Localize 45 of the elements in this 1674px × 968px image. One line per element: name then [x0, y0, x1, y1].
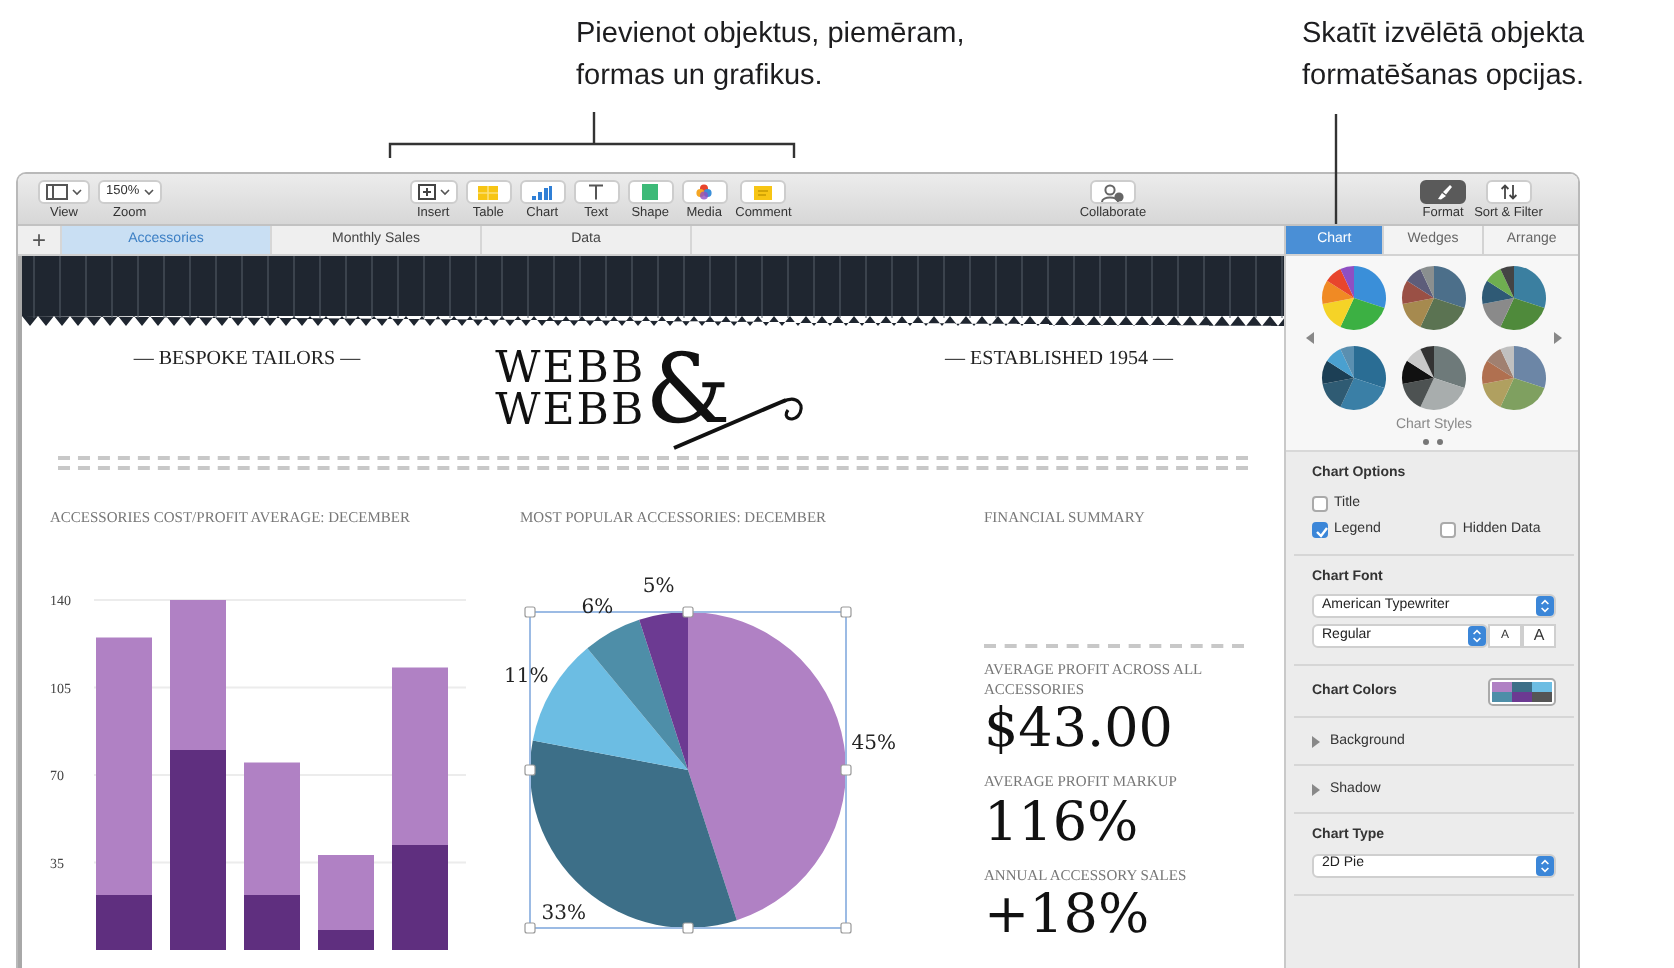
leader-line [1334, 114, 1338, 224]
data-label: 11% [503, 666, 549, 689]
data-label: 45% [851, 732, 896, 755]
caret-icon [439, 188, 450, 196]
logo-text: WEBB [495, 390, 646, 432]
metric-value: +18% [984, 884, 1152, 946]
chart-style-thumbnail[interactable] [1480, 344, 1548, 412]
data-label: 6% [581, 597, 614, 620]
bar-chart-icon [532, 185, 553, 199]
data-label: 33% [541, 903, 586, 925]
chart-style-thumbnail[interactable] [1480, 264, 1548, 332]
stepper-icon [1536, 855, 1554, 875]
arrow-icon [1306, 332, 1314, 344]
person-plus-icon [1100, 183, 1125, 201]
tagline: — ESTABLISHED 1954 — [943, 346, 1175, 374]
larger-font-button[interactable]: A [1522, 624, 1556, 648]
add-box-icon [417, 184, 436, 200]
check-icon [1314, 524, 1330, 541]
page-dots-icon [1422, 437, 1446, 445]
arrow-icon [1554, 332, 1562, 344]
callout-text: Skatīt izvēlētā objekta formatēšanas opcijas. [1302, 16, 1587, 96]
caret-icon [143, 188, 154, 196]
text-icon [588, 184, 605, 200]
data-label: 5% [642, 576, 675, 599]
chart-style-thumbnail[interactable] [1400, 344, 1468, 412]
chart-style-thumbnail[interactable] [1320, 344, 1388, 412]
chart-style-thumbnail[interactable] [1320, 264, 1388, 332]
callout-text: Pievienot objektus, piemēram, formas un grafikus. [576, 16, 967, 96]
note-icon [754, 185, 773, 199]
view-icon [46, 184, 68, 200]
chart-style-thumbnail[interactable] [1400, 264, 1468, 332]
stepper-icon [1536, 596, 1554, 616]
sort-arrows-icon [1499, 184, 1518, 200]
stepper-icon [1468, 626, 1486, 646]
ampersand: & [645, 342, 731, 438]
color-swatch-button[interactable] [1488, 678, 1556, 706]
logo-text: WEBB [495, 348, 646, 390]
metric-value: $43.00 [984, 698, 1175, 760]
square-icon [642, 184, 659, 200]
metric-value: 116% [984, 791, 1141, 853]
flower-icon [696, 184, 713, 200]
caret-icon [72, 188, 82, 196]
paintbrush-icon [1435, 184, 1452, 200]
tagline: — BESPOKE TAILORS — [131, 346, 363, 374]
table-icon [478, 185, 499, 199]
